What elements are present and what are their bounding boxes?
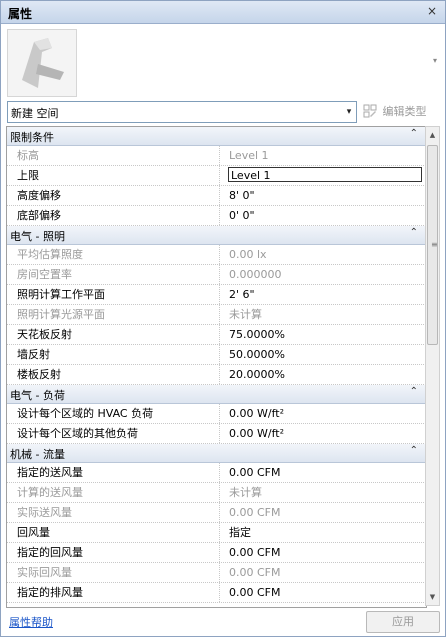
property-name: 底部偏移 xyxy=(7,206,220,225)
property-row[interactable]: 底部偏移 0' 0" xyxy=(7,206,426,226)
property-name: 照明计算工作平面 xyxy=(7,285,220,304)
property-name: 照明计算光源平面 xyxy=(7,305,220,324)
property-name: 平均估算照度 xyxy=(7,245,220,264)
property-row: 照明计算光源平面 未计算 xyxy=(7,305,426,325)
property-row: 平均估算照度 0.00 lx xyxy=(7,245,426,265)
space-family-icon xyxy=(8,30,76,96)
collapse-icon[interactable]: ⌃ xyxy=(410,128,418,139)
property-value: 未计算 xyxy=(229,486,262,499)
type-preview-image[interactable] xyxy=(7,29,77,97)
edit-type-label: 编辑类型 xyxy=(382,105,427,118)
property-row[interactable]: 天花板反射 75.0000% xyxy=(7,325,426,345)
property-row[interactable]: 回风量 指定 xyxy=(7,523,426,543)
type-selector[interactable]: 新建 空间 ▾ xyxy=(7,101,357,123)
property-value: 0.00 CFM xyxy=(229,506,281,519)
property-row[interactable]: 上限 Level 1 xyxy=(7,166,426,186)
property-value[interactable]: 0.00 W/ft² xyxy=(229,424,422,443)
group-electrical-loads[interactable]: 电气 - 负荷 ⌃ xyxy=(7,385,426,404)
grip-icon: ≡ xyxy=(431,240,438,249)
vertical-scrollbar[interactable]: ▲ ≡ ▼ xyxy=(425,126,440,606)
collapse-icon[interactable]: ⌃ xyxy=(410,445,418,456)
panel-footer: 属性帮助 应用 xyxy=(1,607,445,636)
property-value[interactable]: 20.0000% xyxy=(229,365,422,384)
group-label: 限制条件 xyxy=(10,131,54,144)
property-name: 回风量 xyxy=(7,523,220,542)
group-label: 机械 - 流量 xyxy=(10,448,65,461)
close-icon[interactable]: × xyxy=(425,4,439,18)
apply-button[interactable]: 应用 xyxy=(366,611,440,633)
property-row[interactable]: 墙反射 50.0000% xyxy=(7,345,426,365)
group-label: 电气 - 照明 xyxy=(10,230,65,243)
property-row[interactable]: 指定的排风量 0.00 CFM xyxy=(7,583,426,603)
type-selector-value: 新建 空间 xyxy=(11,107,59,120)
property-name: 实际回风量 xyxy=(7,563,220,582)
edit-type-icon xyxy=(363,104,377,118)
property-row[interactable]: 设计每个区域的其他负荷 0.00 W/ft² xyxy=(7,424,426,444)
property-name: 楼板反射 xyxy=(7,365,220,384)
property-grid: 限制条件 ⌃ 标高 Level 1 上限 Level 1 高度偏移 8' 0" … xyxy=(6,126,427,608)
property-name: 指定的回风量 xyxy=(7,543,220,562)
property-name: 高度偏移 xyxy=(7,186,220,205)
group-electrical-lighting[interactable]: 电气 - 照明 ⌃ xyxy=(7,226,426,245)
property-name: 上限 xyxy=(7,166,220,185)
property-value[interactable]: 0.00 W/ft² xyxy=(229,404,422,423)
property-value[interactable]: 50.0000% xyxy=(229,345,422,364)
property-value[interactable]: 75.0000% xyxy=(229,325,422,344)
preview-dropdown-icon[interactable]: ▾ xyxy=(433,56,437,65)
group-label: 电气 - 负荷 xyxy=(10,389,65,402)
property-row[interactable]: 指定的回风量 0.00 CFM xyxy=(7,543,426,563)
property-name: 设计每个区域的 HVAC 负荷 xyxy=(7,404,220,423)
scroll-down-icon[interactable]: ▼ xyxy=(426,590,439,604)
property-value[interactable]: 0.00 CFM xyxy=(229,463,422,482)
property-name: 标高 xyxy=(7,146,220,165)
property-value: 0.000000 xyxy=(229,268,282,281)
properties-help-link[interactable]: 属性帮助 xyxy=(9,614,53,630)
property-row[interactable]: 楼板反射 20.0000% xyxy=(7,365,426,385)
scroll-up-icon[interactable]: ▲ xyxy=(426,128,439,142)
property-row: 房间空置率 0.000000 xyxy=(7,265,426,285)
property-value: 0.00 lx xyxy=(229,248,267,261)
property-row: 标高 Level 1 xyxy=(7,146,426,166)
edit-type-button[interactable]: 编辑类型 xyxy=(363,103,427,119)
panel-titlebar[interactable]: 属性 × xyxy=(1,1,445,24)
property-value: 0.00 CFM xyxy=(229,566,281,579)
property-value: Level 1 xyxy=(229,149,269,162)
property-row: 计算的送风量 未计算 xyxy=(7,483,426,503)
property-row[interactable]: 设计每个区域的 HVAC 负荷 0.00 W/ft² xyxy=(7,404,426,424)
property-name: 天花板反射 xyxy=(7,325,220,344)
property-name: 指定的送风量 xyxy=(7,463,220,482)
property-value[interactable]: 8' 0" xyxy=(229,186,422,205)
property-name: 指定的排风量 xyxy=(7,583,220,602)
property-name: 实际送风量 xyxy=(7,503,220,522)
property-row: 实际送风量 0.00 CFM xyxy=(7,503,426,523)
property-value[interactable]: 指定 xyxy=(229,523,422,542)
property-name: 计算的送风量 xyxy=(7,483,220,502)
property-value[interactable]: 0' 0" xyxy=(229,206,422,225)
property-value: 未计算 xyxy=(229,308,262,321)
type-selector-bar: 新建 空间 ▾ 编辑类型 xyxy=(1,99,445,125)
group-constraints[interactable]: 限制条件 ⌃ xyxy=(7,127,426,146)
collapse-icon[interactable]: ⌃ xyxy=(410,386,418,397)
property-value[interactable]: 0.00 CFM xyxy=(229,583,422,602)
upper-limit-field[interactable]: Level 1 xyxy=(228,167,422,182)
property-row[interactable]: 指定的送风量 0.00 CFM xyxy=(7,463,426,483)
property-row[interactable]: 照明计算工作平面 2' 6" xyxy=(7,285,426,305)
property-name: 墙反射 xyxy=(7,345,220,364)
property-row: 实际回风量 0.00 CFM xyxy=(7,563,426,583)
property-row[interactable]: 高度偏移 8' 0" xyxy=(7,186,426,206)
properties-panel: 属性 × ▾ 新建 空间 ▾ 编辑类型 限制条件 ⌃ 标高 Level 1 上限… xyxy=(0,0,446,637)
collapse-icon[interactable]: ⌃ xyxy=(410,227,418,238)
panel-title: 属性 xyxy=(8,7,33,21)
property-name: 设计每个区域的其他负荷 xyxy=(7,424,220,443)
group-mechanical-airflow[interactable]: 机械 - 流量 ⌃ xyxy=(7,444,426,463)
property-value[interactable]: 2' 6" xyxy=(229,285,422,304)
property-name: 房间空置率 xyxy=(7,265,220,284)
property-value[interactable]: 0.00 CFM xyxy=(229,543,422,562)
scroll-thumb[interactable]: ≡ xyxy=(427,145,438,345)
chevron-down-icon[interactable]: ▾ xyxy=(342,102,356,122)
